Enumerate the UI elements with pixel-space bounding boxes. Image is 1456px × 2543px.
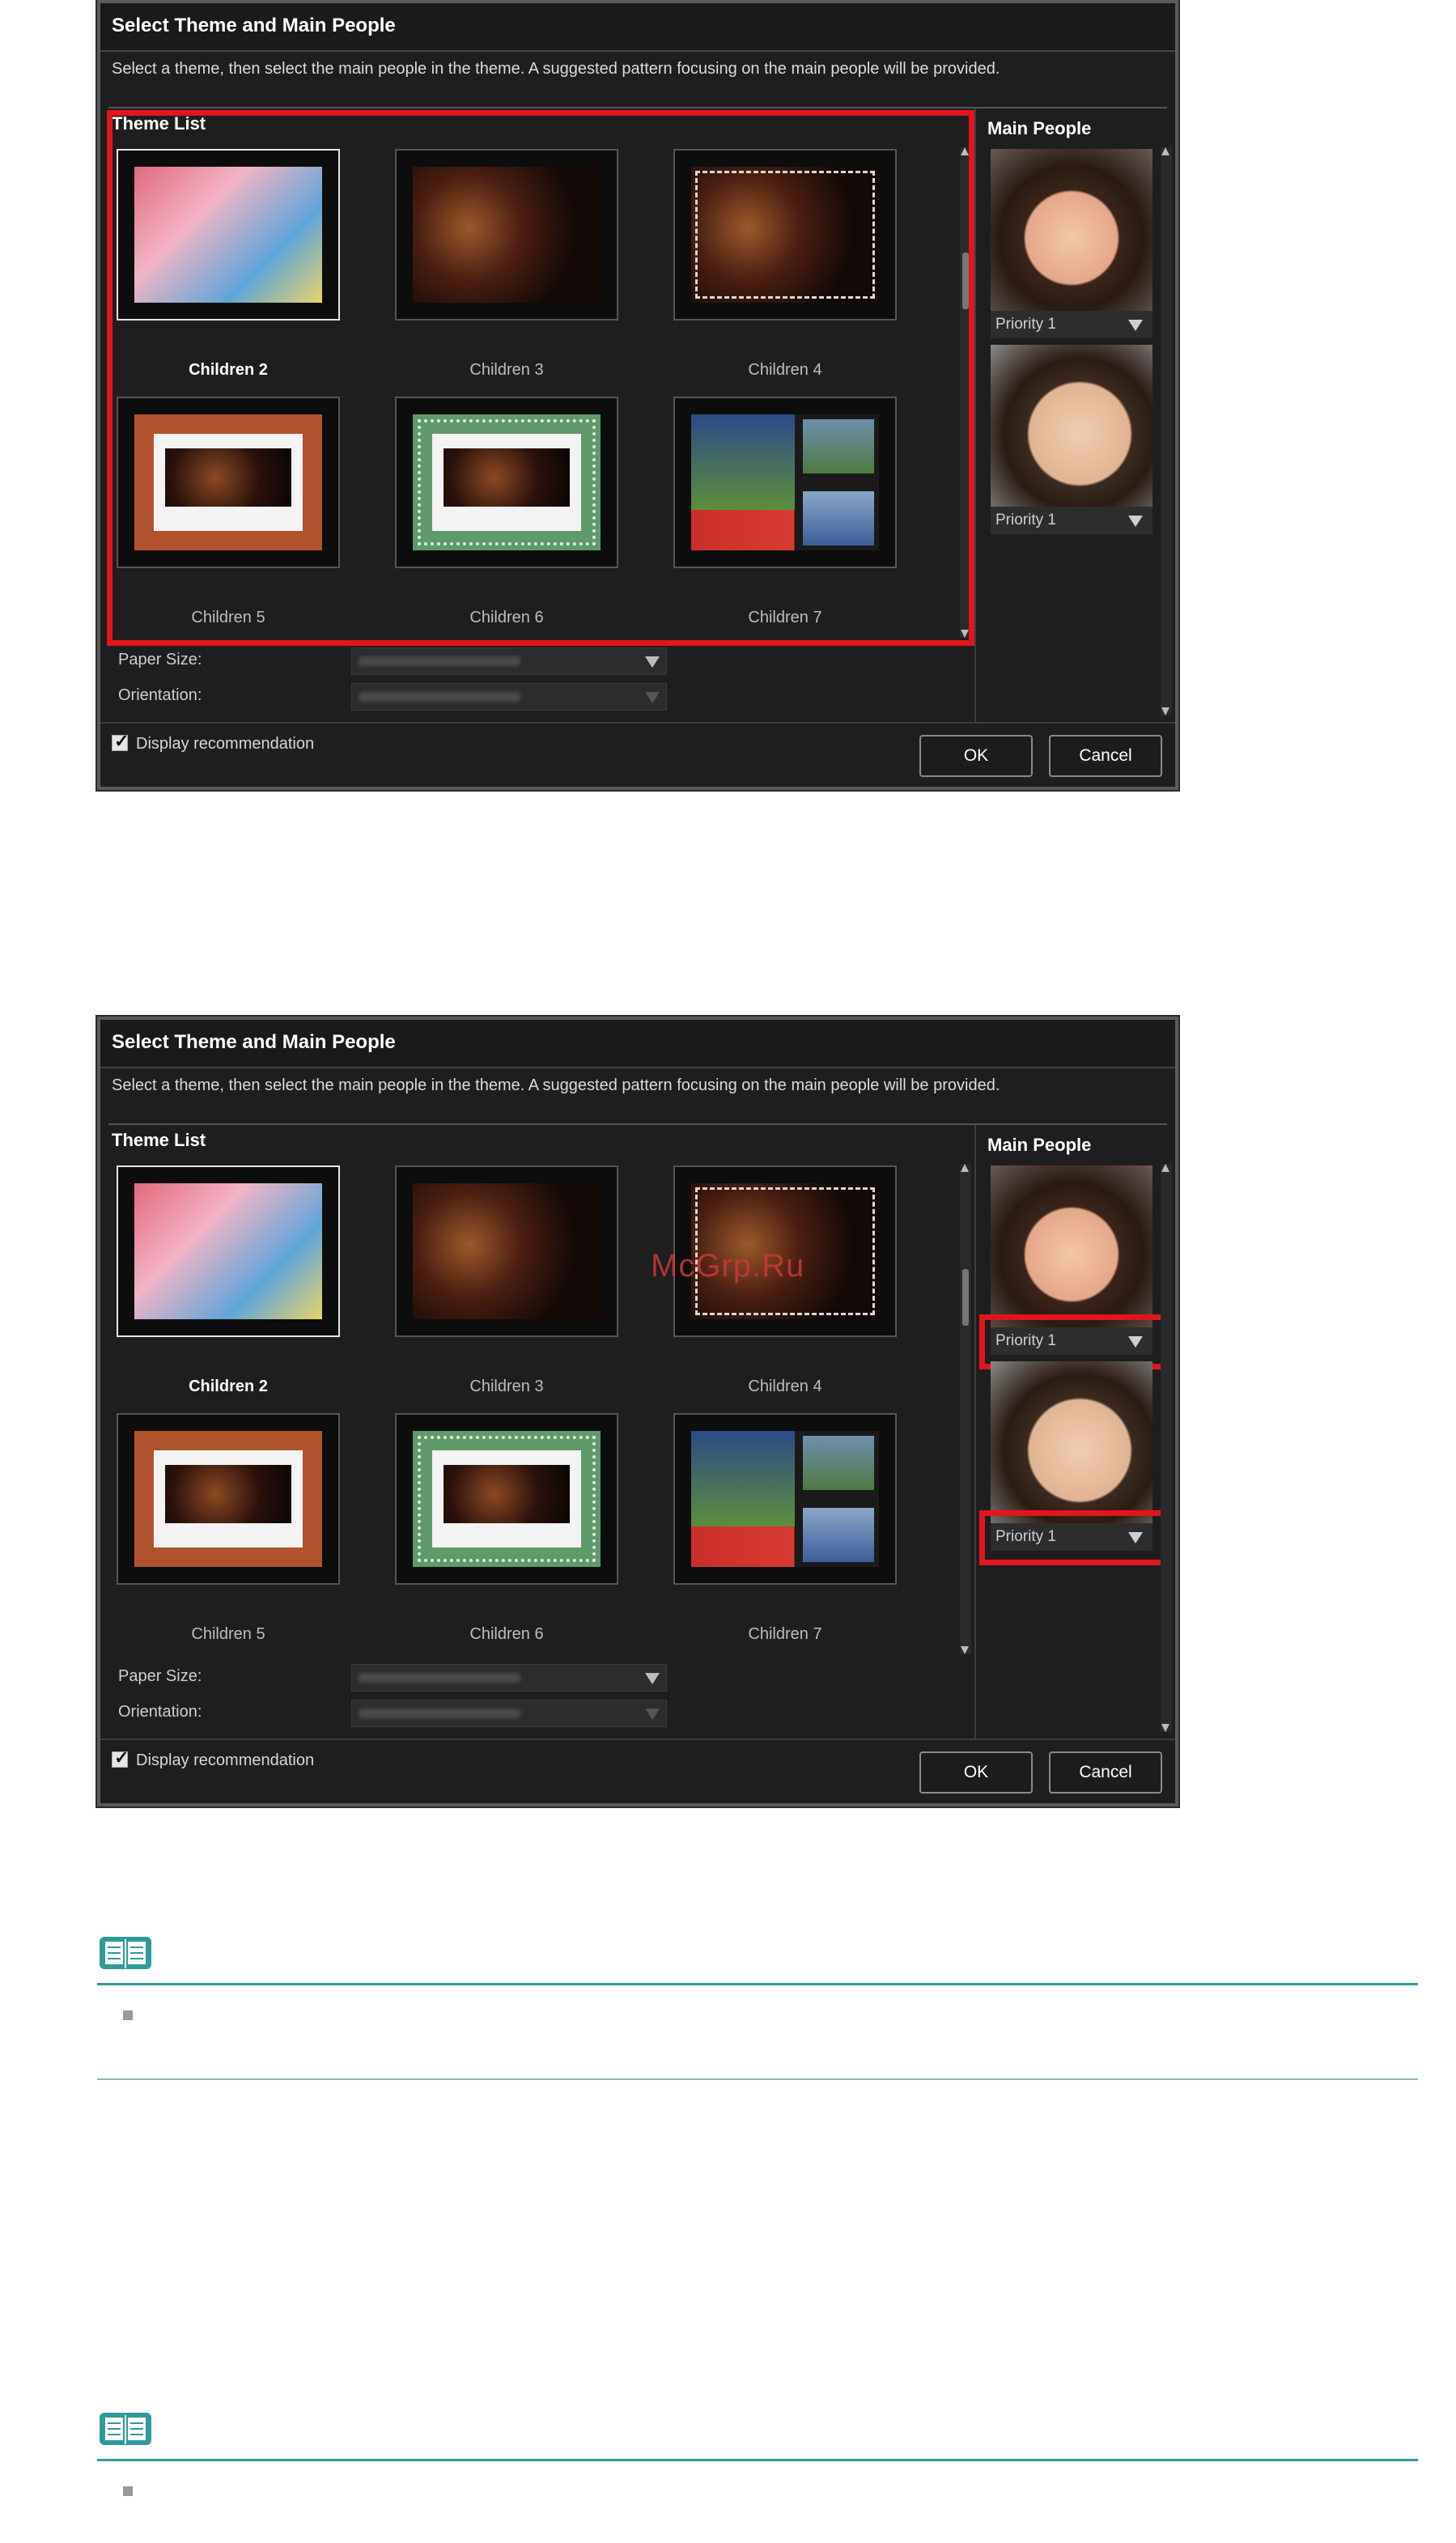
scroll-down-icon[interactable] bbox=[1161, 1724, 1169, 1732]
people-scrollbar[interactable] bbox=[1161, 147, 1172, 715]
dialog-title: Select Theme and Main People bbox=[112, 1031, 396, 1053]
orientation-select[interactable] bbox=[351, 1700, 667, 1727]
check-mark-icon: ✓ bbox=[114, 1747, 129, 1768]
people-scrollbar[interactable] bbox=[1161, 1164, 1172, 1732]
divider bbox=[100, 1738, 1175, 1740]
theme-thumb-children-3[interactable] bbox=[395, 1165, 618, 1337]
display-recommendation-label: Display recommendation bbox=[136, 735, 315, 753]
scroll-up-icon[interactable] bbox=[1161, 1164, 1169, 1172]
main-people-label: Main People bbox=[987, 118, 1092, 138]
bullet-icon bbox=[123, 2486, 133, 2496]
dialog-titlebar: Select Theme and Main People bbox=[100, 3, 1175, 52]
note-top-rule bbox=[97, 2459, 1418, 2461]
theme-label: Children 3 bbox=[469, 1378, 544, 1395]
paper-size-label: Paper Size: bbox=[118, 651, 202, 669]
theme-label: Children 7 bbox=[748, 1625, 822, 1643]
dialog-2: Select Theme and Main People Select a th… bbox=[97, 1017, 1178, 1806]
priority-value: Priority 1 bbox=[995, 512, 1056, 529]
dropdown-arrow-icon bbox=[1128, 320, 1143, 331]
display-recommendation-checkbox[interactable]: ✓ bbox=[112, 731, 129, 751]
divider bbox=[108, 1123, 1167, 1125]
theme-thumb-children-7[interactable] bbox=[673, 1413, 897, 1585]
person-photo-2[interactable] bbox=[991, 1361, 1152, 1523]
dialog-description: Select a theme, then select the main peo… bbox=[112, 1076, 1000, 1094]
priority-select-2[interactable]: Priority 1 bbox=[991, 507, 1152, 534]
theme-label: Children 4 bbox=[748, 1378, 822, 1395]
note-top-rule bbox=[97, 1983, 1418, 1985]
theme-label: Children 2 bbox=[189, 1378, 268, 1395]
paper-size-label: Paper Size: bbox=[118, 1667, 202, 1685]
dropdown-arrow-icon bbox=[645, 1673, 660, 1684]
theme-preview-image bbox=[413, 1431, 601, 1567]
bullet-icon bbox=[123, 2010, 133, 2020]
orientation-label: Orientation: bbox=[118, 1703, 202, 1721]
check-mark-icon: ✓ bbox=[114, 731, 129, 751]
dialog-title: Select Theme and Main People bbox=[112, 15, 396, 36]
paper-size-select[interactable] bbox=[351, 647, 667, 675]
theme-preview-image bbox=[134, 1183, 322, 1319]
dialog-description: Select a theme, then select the main peo… bbox=[112, 60, 1000, 78]
theme-thumb-children-5[interactable] bbox=[117, 1413, 340, 1585]
scroll-down-icon[interactable] bbox=[961, 1646, 969, 1654]
main-people-label: Main People bbox=[987, 1135, 1092, 1155]
theme-list-label: Theme List bbox=[112, 1130, 206, 1150]
watermark: McGrp.Ru bbox=[651, 1248, 805, 1284]
dialog-titlebar: Select Theme and Main People bbox=[100, 1020, 1175, 1068]
theme-label: Children 5 bbox=[191, 1625, 265, 1643]
theme-thumb-children-2[interactable] bbox=[117, 1165, 340, 1337]
note-bottom-rule bbox=[97, 2078, 1418, 2080]
display-recommendation-checkbox[interactable]: ✓ bbox=[112, 1747, 129, 1768]
divider bbox=[108, 107, 1167, 108]
scroll-up-icon[interactable] bbox=[961, 1164, 969, 1172]
panel-divider bbox=[974, 1125, 976, 1738]
theme-preview-image bbox=[413, 1183, 601, 1319]
cancel-button[interactable]: Cancel bbox=[1049, 1751, 1162, 1794]
dropdown-arrow-icon bbox=[645, 656, 660, 668]
scroll-thumb[interactable] bbox=[962, 1269, 969, 1326]
note-section-2 bbox=[97, 2409, 1418, 2506]
display-recommendation-label: Display recommendation bbox=[136, 1751, 315, 1769]
panel-divider bbox=[974, 108, 976, 722]
dropdown-arrow-icon bbox=[645, 1709, 660, 1720]
priority-select-1[interactable]: Priority 1 bbox=[991, 311, 1152, 338]
divider bbox=[100, 722, 1175, 724]
theme-preview-image bbox=[134, 1431, 322, 1567]
person-photo-1[interactable] bbox=[991, 149, 1152, 311]
theme-list-highlight bbox=[107, 110, 974, 646]
theme-label: Children 6 bbox=[469, 1625, 544, 1643]
cancel-button[interactable]: Cancel bbox=[1049, 735, 1162, 777]
dialog-1: Select Theme and Main People Select a th… bbox=[97, 0, 1178, 790]
priority-highlight-2 bbox=[979, 1510, 1167, 1565]
orientation-label: Orientation: bbox=[118, 686, 202, 704]
orientation-select[interactable] bbox=[351, 683, 667, 711]
note-book-icon bbox=[100, 1937, 151, 1969]
paper-size-select[interactable] bbox=[351, 1664, 667, 1692]
theme-thumb-children-6[interactable] bbox=[395, 1413, 618, 1585]
note-section-1 bbox=[97, 1933, 1418, 2082]
person-photo-2[interactable] bbox=[991, 345, 1152, 507]
person-photo-1[interactable] bbox=[991, 1165, 1152, 1327]
theme-preview-image bbox=[691, 1431, 879, 1567]
priority-value: Priority 1 bbox=[995, 316, 1056, 333]
ok-button[interactable]: OK bbox=[919, 1751, 1033, 1794]
scroll-down-icon[interactable] bbox=[1161, 707, 1169, 715]
theme-list-scrollbar[interactable] bbox=[960, 1164, 971, 1654]
scroll-up-icon[interactable] bbox=[1161, 147, 1169, 155]
note-book-icon bbox=[100, 2413, 151, 2445]
dropdown-arrow-icon bbox=[1128, 516, 1143, 527]
dropdown-arrow-icon bbox=[645, 692, 660, 703]
ok-button[interactable]: OK bbox=[919, 735, 1033, 777]
